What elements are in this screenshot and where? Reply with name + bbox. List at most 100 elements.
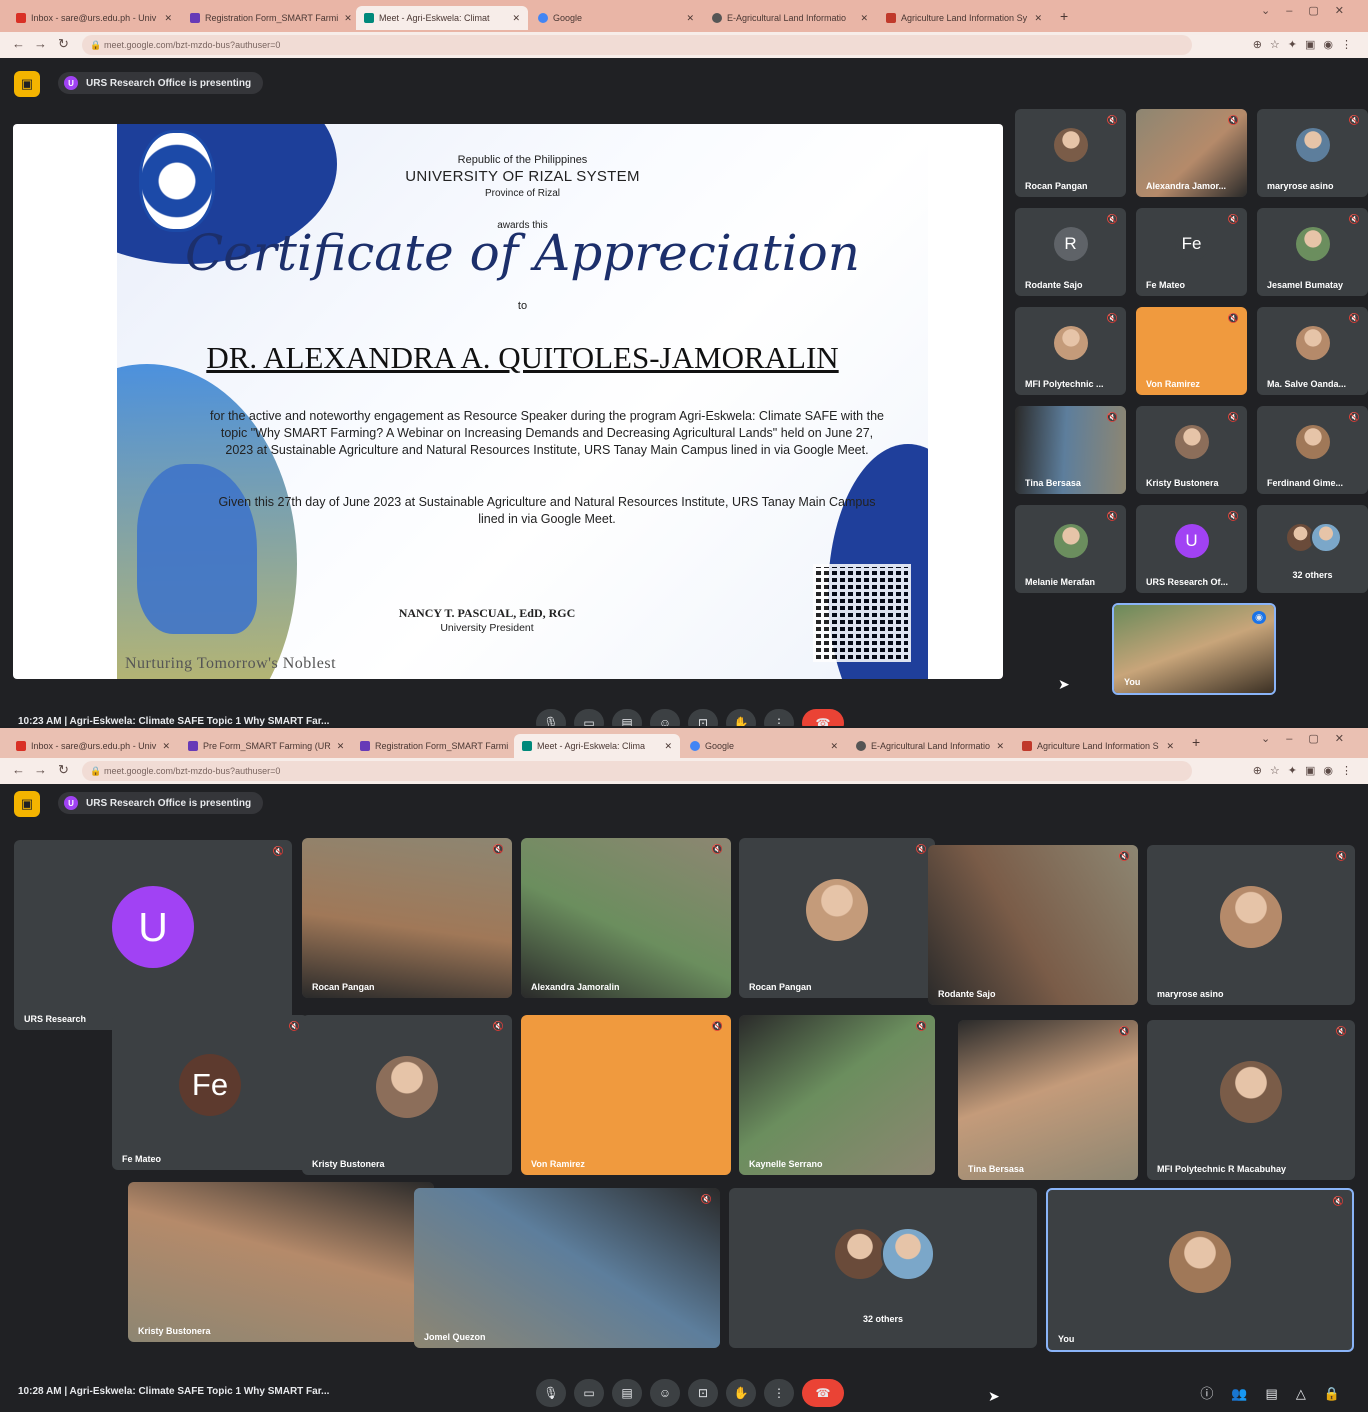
present-button[interactable]: ⊡ xyxy=(688,1379,718,1407)
tab-agriculture-land[interactable]: Agriculture Land Information S ✕ xyxy=(1014,734,1182,758)
participant-tile[interactable]: 🔇 Jesamel Bumatay xyxy=(1257,208,1368,296)
close-tab-icon[interactable]: ✕ xyxy=(158,13,172,24)
participant-tile[interactable]: 🔇Kristy Bustonera xyxy=(128,1182,434,1342)
activities-icon[interactable]: △ xyxy=(1296,1386,1324,1401)
present-button[interactable]: ⊡ xyxy=(688,709,718,726)
present-to-all-icon[interactable]: ▣ xyxy=(14,791,40,817)
leave-call-button[interactable]: ☎ xyxy=(802,709,844,726)
close-tab-icon[interactable]: ✕ xyxy=(331,741,345,752)
participant-tile[interactable]: 🔇 Tina Bersasa xyxy=(958,1020,1138,1180)
close-tab-icon[interactable]: ✕ xyxy=(658,741,672,752)
extension-icons[interactable]: ⊕☆✦▣◉⋮ xyxy=(1253,38,1360,51)
close-tab-icon[interactable]: ✕ xyxy=(854,13,868,24)
participant-tile[interactable]: 🔇 MFI Polytechnic R Macabuhay xyxy=(1147,1020,1355,1180)
presenting-text: URS Research Office is presenting xyxy=(86,797,252,809)
participant-tile[interactable]: 🔇 Von Ramirez xyxy=(1136,307,1247,395)
tab-pre-form[interactable]: Pre Form_SMART Farming (UR ✕ xyxy=(180,734,350,758)
participant-tile[interactable]: 🔇 maryrose asino xyxy=(1257,109,1368,197)
participant-tile[interactable]: 🔇 Alexandra Jamoralin xyxy=(521,838,731,998)
camera-button[interactable]: ▭ xyxy=(574,709,604,726)
host-controls-icon[interactable]: 🔒 xyxy=(1324,1386,1358,1401)
participant-tile[interactable]: 🔇 Alexandra Jamor... xyxy=(1136,109,1247,197)
close-tab-icon[interactable]: ✕ xyxy=(156,741,170,752)
participant-tile[interactable]: 🔇 Melanie Merafan xyxy=(1015,505,1126,593)
captions-button[interactable]: ▤ xyxy=(612,709,642,726)
participant-tile[interactable]: 🔇Kristy Bustonera xyxy=(1136,406,1247,494)
back-icon[interactable]: ← xyxy=(12,36,25,51)
participant-tile[interactable]: Fe 🔇 Fe Mateo xyxy=(1136,208,1247,296)
tab-gmail[interactable]: Inbox - sare@urs.edu.ph - Univ ✕ xyxy=(8,734,178,758)
close-tab-icon[interactable]: ✕ xyxy=(508,741,512,752)
captions-button[interactable]: ▤ xyxy=(612,1379,642,1407)
back-icon[interactable]: ← xyxy=(12,762,25,777)
mic-button[interactable]: 🎙 xyxy=(536,1379,566,1407)
tab-google[interactable]: Google ✕ xyxy=(682,734,846,758)
present-to-all-icon[interactable]: ▣ xyxy=(14,71,40,97)
participant-tile[interactable]: 🔇Kristy Bustonera xyxy=(302,1015,512,1175)
participant-tile[interactable]: 🔇 Rocan Pangan xyxy=(302,838,512,998)
tab-meet[interactable]: Meet - Agri-Eskwela: Climat ✕ xyxy=(356,6,528,30)
people-icon[interactable]: 👥 xyxy=(1231,1386,1265,1401)
tab-e-agricultural[interactable]: E-Agricultural Land Informatio ✕ xyxy=(704,6,876,30)
tab-registration-form[interactable]: Registration Form_SMART Farmi✕ xyxy=(182,6,354,30)
presentation-stage[interactable]: Republic of the Philippines UNIVERSITY O… xyxy=(13,124,1003,679)
url-input[interactable]: 🔒 meet.google.com/bzt-mzdo-bus?authuser=0 xyxy=(82,761,1192,781)
participant-tile[interactable]: 🔇 Jomel Quezon xyxy=(414,1188,720,1348)
self-view-tile[interactable]: ◉ You xyxy=(1112,603,1276,695)
tab-agriculture-land[interactable]: Agriculture Land Information Sy ✕ xyxy=(878,6,1050,30)
participant-tile[interactable]: 🔇 Tina Bersasa xyxy=(1015,406,1126,494)
tab-meet[interactable]: Meet - Agri-Eskwela: Clima ✕ xyxy=(514,734,680,758)
close-tab-icon[interactable]: ✕ xyxy=(680,13,694,24)
emoji-button[interactable]: ☺ xyxy=(650,709,680,726)
new-tab-button[interactable]: + xyxy=(1192,734,1200,750)
close-tab-icon[interactable]: ✕ xyxy=(824,741,838,752)
more-options-button[interactable]: ⋮ xyxy=(764,709,794,726)
forward-icon[interactable]: → xyxy=(34,36,47,51)
more-options-button[interactable]: ⋮ xyxy=(764,1379,794,1407)
reload-icon[interactable]: ↻ xyxy=(58,36,69,52)
close-tab-icon[interactable]: ✕ xyxy=(1160,741,1174,752)
tab-gmail[interactable]: Inbox - sare@urs.edu.ph - Univ ✕ xyxy=(8,6,180,30)
tab-registration-form[interactable]: Registration Form_SMART Farmi✕ xyxy=(352,734,512,758)
window-controls[interactable]: ⌄–▢✕ xyxy=(1261,732,1360,745)
participant-tile[interactable]: 🔇 Rocan Pangan xyxy=(739,838,935,998)
participant-tile[interactable]: U 🔇 URS Research xyxy=(14,840,292,1030)
presenting-indicator[interactable]: U URS Research Office is presenting xyxy=(58,792,264,814)
participant-tile[interactable]: 🔇 maryrose asino xyxy=(1147,845,1355,1005)
emoji-button[interactable]: ☺ xyxy=(650,1379,680,1407)
forward-icon[interactable]: → xyxy=(34,762,47,777)
close-tab-icon[interactable]: ✕ xyxy=(1028,13,1042,24)
new-tab-button[interactable]: + xyxy=(1060,8,1068,24)
extension-icons[interactable]: ⊕☆✦▣◉⋮ xyxy=(1253,764,1360,777)
participant-tile[interactable]: 🔇 Ma. Salve Oanda... xyxy=(1257,307,1368,395)
participant-tile[interactable]: 32 others xyxy=(1257,505,1368,593)
mic-button[interactable]: 🎙 xyxy=(536,709,566,726)
participant-tile[interactable]: 🔇 Ferdinand Gime... xyxy=(1257,406,1368,494)
close-tab-icon[interactable]: ✕ xyxy=(506,13,520,24)
participant-tile[interactable]: 🔇 Von Ramirez xyxy=(521,1015,731,1175)
participant-tile[interactable]: 🔇 MFI Polytechnic ... xyxy=(1015,307,1126,395)
close-tab-icon[interactable]: ✕ xyxy=(338,13,352,24)
participant-tile[interactable]: 🔇 Kaynelle Serrano xyxy=(739,1015,935,1175)
window-controls[interactable]: ⌄–▢✕ xyxy=(1261,4,1360,17)
tab-google[interactable]: Google ✕ xyxy=(530,6,702,30)
participant-tile[interactable]: U 🔇 URS Research Of... xyxy=(1136,505,1247,593)
side-panel-buttons[interactable]: ⓘ👥▤△🔒 xyxy=(1200,1383,1358,1402)
info-icon[interactable]: ⓘ xyxy=(1200,1386,1231,1401)
presenting-indicator[interactable]: U URS Research Office is presenting xyxy=(58,72,264,94)
raise-hand-button[interactable]: ✋ xyxy=(726,1379,756,1407)
reload-icon[interactable]: ↻ xyxy=(58,762,69,778)
participant-tile[interactable]: 🔇 Rodante Sajo xyxy=(928,845,1138,1005)
chat-icon[interactable]: ▤ xyxy=(1266,1386,1296,1401)
leave-call-button[interactable]: ☎ xyxy=(802,1379,844,1407)
participant-tile[interactable]: 32 others xyxy=(729,1188,1037,1348)
participant-tile[interactable]: 🔇 You xyxy=(1046,1188,1354,1352)
close-tab-icon[interactable]: ✕ xyxy=(990,741,1004,752)
raise-hand-button[interactable]: ✋ xyxy=(726,709,756,726)
participant-tile[interactable]: R 🔇 Rodante Sajo xyxy=(1015,208,1126,296)
tab-e-agricultural[interactable]: E-Agricultural Land Informatio ✕ xyxy=(848,734,1012,758)
participant-tile[interactable]: 🔇 Rocan Pangan xyxy=(1015,109,1126,197)
camera-button[interactable]: ▭ xyxy=(574,1379,604,1407)
participant-tile[interactable]: Fe 🔇 Fe Mateo xyxy=(112,1015,308,1170)
url-input[interactable]: 🔒 meet.google.com/bzt-mzdo-bus?authuser=0 xyxy=(82,35,1192,55)
